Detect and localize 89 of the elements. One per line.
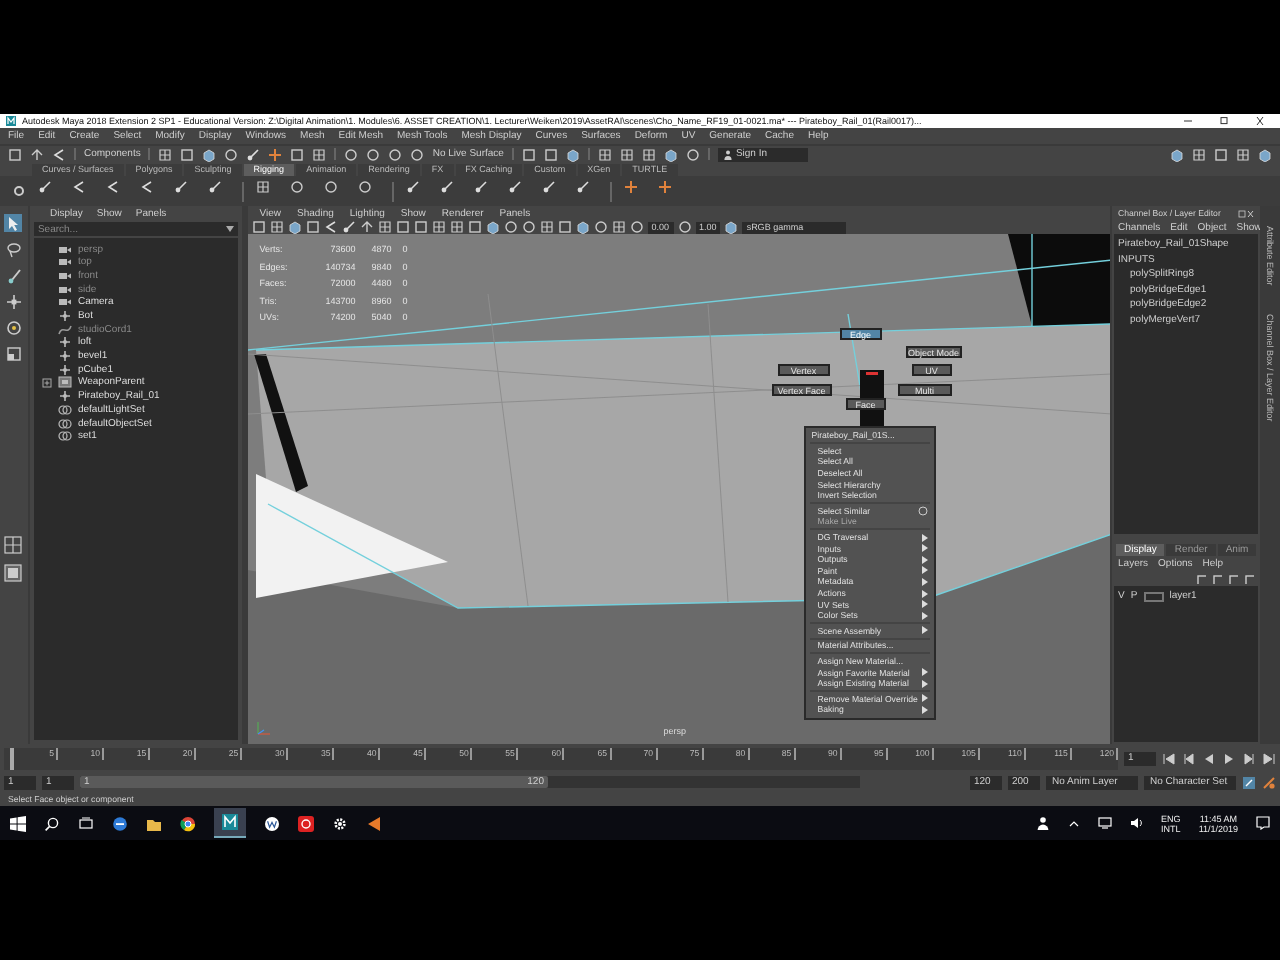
square-icon[interactable] [413,220,428,234]
option-box-icon[interactable] [917,505,928,516]
transform-icon [57,390,72,403]
square-icon[interactable] [557,220,572,234]
grid-icon[interactable] [158,147,173,161]
brush-icon[interactable] [5,268,22,284]
expand-icon[interactable] [41,377,52,388]
layer-color-swatch[interactable] [1143,591,1164,601]
scale-icon[interactable] [5,346,22,362]
skip-start-icon[interactable] [1162,751,1176,765]
current-time-marker[interactable] [10,747,14,769]
plus-icon[interactable] [268,147,283,161]
circle-logo-icon[interactable] [180,815,196,831]
float-icon[interactable] [1238,209,1255,217]
prefs-icon[interactable] [1262,775,1276,789]
circle-icon[interactable] [521,220,536,234]
square-icon[interactable] [180,147,195,161]
circle-icon[interactable] [677,220,692,234]
chevron-up-icon[interactable] [1067,817,1080,829]
restore-icon[interactable] [1218,116,1230,126]
minimize-icon[interactable] [1182,116,1194,126]
task-view-icon[interactable] [78,815,94,831]
circle-icon[interactable] [503,220,518,234]
person-icon [723,149,732,159]
gear-icon[interactable] [12,184,26,198]
square-icon[interactable] [1214,147,1228,161]
layout-icon[interactable] [4,535,23,553]
person-icon[interactable] [1035,816,1050,830]
step-back-icon[interactable] [1182,751,1196,765]
grid-icon[interactable] [1236,147,1250,161]
move-icon[interactable] [5,294,22,310]
skip-end-icon[interactable] [1262,751,1276,765]
play-back-icon[interactable] [1202,751,1216,765]
joint-icon[interactable] [341,220,356,234]
curve-icon [57,323,72,336]
grid-icon[interactable] [377,220,392,234]
circle-icon[interactable] [366,147,381,161]
step-forward-icon[interactable] [1242,751,1256,765]
square-icon[interactable] [521,147,536,161]
grid-icon[interactable] [611,220,626,234]
caret-icon [225,226,234,232]
transform-icon [57,310,72,323]
layout-icon[interactable] [4,563,23,581]
grid-icon[interactable] [431,220,446,234]
network-icon[interactable] [1097,816,1112,830]
start-icon[interactable] [10,815,26,831]
circle-icon[interactable] [593,220,608,234]
circle-icon[interactable] [629,220,644,234]
grid-icon[interactable] [312,147,327,161]
grid-icon[interactable] [641,147,656,161]
w-circle-icon[interactable] [264,815,280,831]
angle-icon[interactable] [323,220,338,234]
square-icon[interactable] [251,220,266,234]
joint-icon[interactable] [246,147,261,161]
key-icon[interactable] [1242,775,1256,789]
arrow-icon[interactable] [30,147,44,161]
square-icon[interactable] [8,147,22,161]
triangle-app-icon[interactable] [366,815,382,831]
play-icon[interactable] [1222,751,1236,765]
grid-icon[interactable] [619,147,634,161]
lasso-icon[interactable] [5,242,22,258]
folder-icon[interactable] [146,815,162,831]
circle-icon[interactable] [685,147,700,161]
ring-app-icon[interactable] [298,815,314,831]
close-icon[interactable] [1254,116,1266,126]
axis-icon [255,720,272,736]
grid-icon[interactable] [269,220,284,234]
circle-icon[interactable] [388,147,403,161]
rotate-icon[interactable] [5,320,22,336]
square-icon[interactable] [467,220,482,234]
grid-icon[interactable] [539,220,554,234]
app-logo-icon[interactable] [222,814,238,830]
square-icon[interactable] [305,220,320,234]
square-icon[interactable] [395,220,410,234]
grid-icon[interactable] [449,220,464,234]
notification-icon[interactable] [1256,816,1270,830]
angle-icon[interactable] [52,147,66,161]
square-icon[interactable] [543,147,558,161]
grid-icon[interactable] [1192,147,1206,161]
square-icon[interactable] [290,147,305,161]
arrow-icon[interactable] [359,220,374,234]
circle-icon[interactable] [344,147,359,161]
circle-icon[interactable] [410,147,425,161]
search-icon[interactable] [44,815,60,831]
speaker-icon[interactable] [1129,816,1144,830]
select-arrow-icon[interactable] [4,214,23,232]
circle-icon[interactable] [224,147,239,161]
grid-icon[interactable] [597,147,612,161]
group-icon [57,376,72,389]
